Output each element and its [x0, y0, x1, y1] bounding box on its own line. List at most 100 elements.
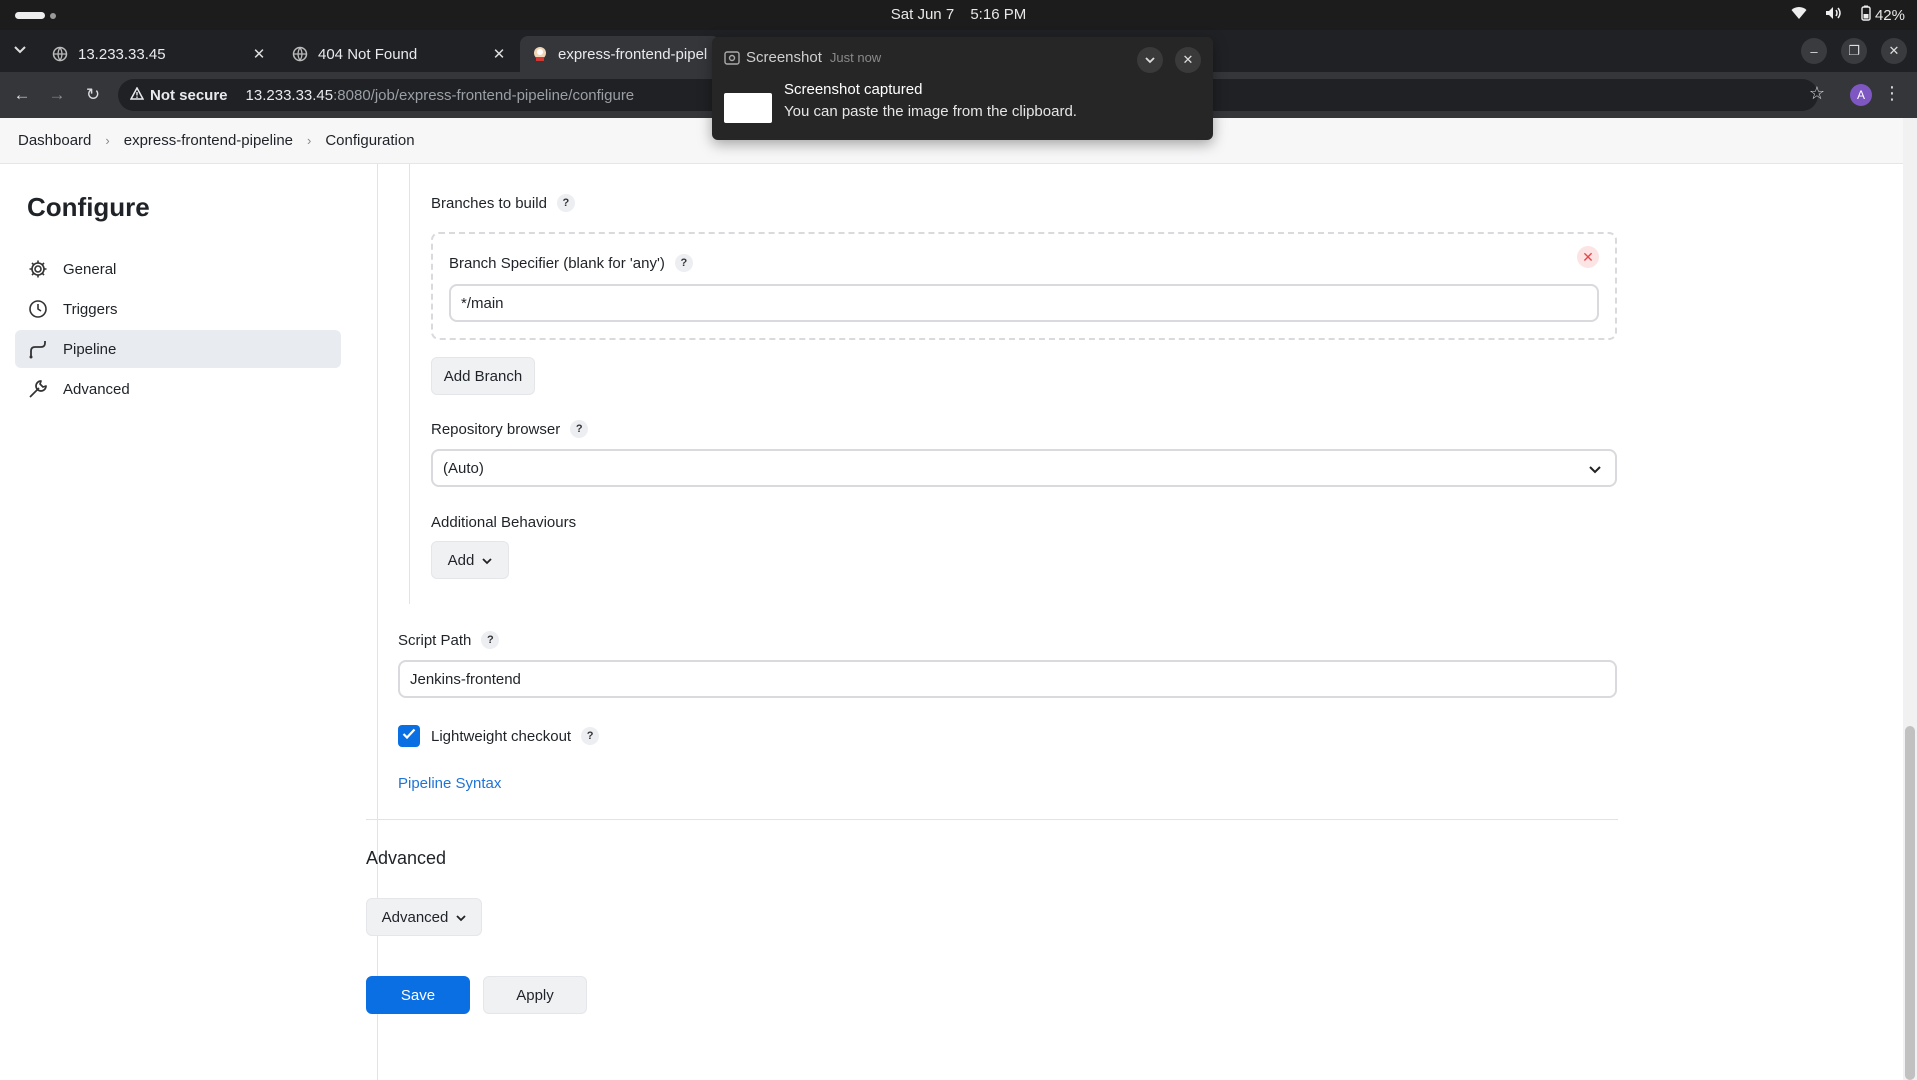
globe-icon [52, 46, 68, 62]
notification-time: Just now [829, 50, 882, 65]
lightweight-label[interactable]: Lightweight checkout [431, 728, 571, 745]
screenshot-notification[interactable]: Screenshot Just now ✕ Screenshot capture… [712, 37, 1213, 140]
help-icon[interactable]: ? [481, 631, 500, 649]
chevron-down-icon [482, 552, 492, 569]
sidebar-item-pipeline[interactable]: Pipeline [15, 330, 341, 368]
tab-3-active[interactable]: express-frontend-pipeline [520, 36, 720, 72]
back-icon[interactable]: ← [10, 83, 34, 107]
globe-icon [292, 46, 308, 62]
profile-avatar[interactable]: A [1850, 84, 1872, 106]
notification-header: Screenshot Just now [746, 49, 881, 66]
branch-specifier-input[interactable]: */main [449, 284, 1599, 322]
script-path-input[interactable]: Jenkins-frontend [398, 660, 1617, 698]
jenkins-icon [532, 46, 548, 62]
chevron-right-icon: › [307, 133, 312, 148]
os-clock[interactable]: Sat Jun 7 5:16 PM [0, 6, 1917, 23]
battery-icon [1861, 5, 1871, 25]
screenshot-thumbnail [724, 93, 772, 123]
os-time: 5:16 PM [970, 6, 1027, 23]
browser-menu-icon[interactable]: ⋮ [1883, 83, 1901, 104]
screenshot-app-icon [724, 51, 740, 65]
section-divider [366, 819, 1618, 820]
advanced-button[interactable]: Advanced [366, 898, 482, 936]
help-icon[interactable]: ? [674, 254, 693, 272]
repo-browser-select[interactable]: (Auto) [431, 449, 1617, 487]
branches-label: Branches to build [431, 194, 547, 212]
breadcrumb-dashboard[interactable]: Dashboard [18, 132, 91, 149]
window-controls: – ❐ ✕ [1801, 38, 1907, 64]
os-status-area[interactable]: 42% [1791, 5, 1905, 25]
os-top-bar: Sat Jun 7 5:16 PM 42% [0, 0, 1917, 30]
page-title: Configure [27, 192, 150, 222]
pipeline-icon [27, 338, 49, 360]
page-scrollbar-thumb[interactable] [1905, 726, 1915, 1080]
lightweight-label-row: Lightweight checkout ? [431, 727, 600, 745]
tab-close-icon[interactable]: ✕ [490, 45, 508, 63]
url-host: 13.233.33.45 [245, 86, 334, 104]
script-path-label: Script Path [398, 631, 472, 649]
sidebar-item-advanced[interactable]: Advanced [15, 370, 341, 408]
breadcrumb-job[interactable]: express-frontend-pipeline [124, 132, 293, 149]
notification-title: Screenshot captured [784, 81, 923, 98]
branch-entry: Branch Specifier (blank for 'any') ? ✕ *… [431, 232, 1617, 340]
script-path-label-row: Script Path ? [398, 631, 500, 649]
tab-title: 404 Not Found [318, 45, 418, 63]
security-chip[interactable]: Not secure [129, 85, 228, 104]
forward-icon[interactable]: → [45, 83, 69, 107]
repo-browser-label-row: Repository browser ? [431, 420, 589, 438]
reload-icon[interactable]: ↻ [81, 83, 105, 107]
expand-notification-icon[interactable] [1137, 47, 1163, 73]
remove-branch-icon[interactable]: ✕ [1577, 246, 1599, 268]
help-icon[interactable]: ? [556, 194, 575, 212]
restore-icon[interactable]: ❐ [1841, 38, 1867, 64]
tab-1[interactable]: 13.233.33.45 ✕ [40, 36, 280, 72]
close-notification-icon[interactable]: ✕ [1175, 47, 1201, 73]
warning-icon [129, 85, 145, 104]
url-path: :8080/job/express-frontend-pipeline/conf… [333, 86, 635, 104]
pipeline-syntax-link[interactable]: Pipeline Syntax [398, 775, 501, 792]
bookmark-star-icon[interactable]: ☆ [1809, 83, 1825, 104]
sidebar-item-general[interactable]: General [15, 250, 341, 288]
battery-percent: 42% [1874, 6, 1905, 24]
tab-2[interactable]: 404 Not Found ✕ [280, 36, 520, 72]
chevron-down-icon [1589, 461, 1601, 478]
sidebar-item-label: General [63, 260, 117, 278]
repo-browser-label: Repository browser [431, 420, 561, 438]
battery-status: 42% [1861, 5, 1905, 25]
gear-icon [27, 258, 49, 280]
sidebar-item-label: Pipeline [63, 340, 117, 358]
add-label: Add [447, 551, 475, 569]
lightweight-checkout-checkbox[interactable] [398, 725, 420, 747]
additional-behaviours-label: Additional Behaviours [431, 514, 577, 531]
clock-icon [27, 298, 49, 320]
chevron-down-icon [14, 41, 26, 59]
help-icon[interactable]: ? [581, 727, 600, 745]
add-behaviour-button[interactable]: Add [431, 541, 509, 579]
scm-section-rail [409, 164, 410, 604]
notification-body: You can paste the image from the clipboa… [784, 103, 1077, 120]
check-icon [402, 727, 416, 745]
sidebar-item-label: Advanced [63, 380, 130, 398]
repo-browser-value: (Auto) [443, 459, 484, 477]
sidebar-item-triggers[interactable]: Triggers [15, 290, 341, 328]
sidebar-nav: General Triggers Pipeline Advanced [15, 250, 341, 410]
chevron-right-icon: › [105, 133, 110, 148]
help-icon[interactable]: ? [570, 420, 589, 438]
tab-search-button[interactable] [8, 38, 32, 62]
tab-close-icon[interactable]: ✕ [250, 45, 268, 63]
chevron-down-icon [456, 909, 466, 926]
branch-specifier-label: Branch Specifier (blank for 'any') [449, 254, 665, 272]
minimize-icon[interactable]: – [1801, 38, 1827, 64]
save-button[interactable]: Save [366, 976, 470, 1014]
tab-title: express-frontend-pipeline [558, 45, 708, 63]
advanced-section-title: Advanced [366, 848, 447, 868]
apply-button[interactable]: Apply [483, 976, 587, 1014]
config-form: Branches to build ? Branch Specifier (bl… [366, 164, 1618, 1080]
close-window-icon[interactable]: ✕ [1881, 38, 1907, 64]
add-branch-button[interactable]: Add Branch [431, 357, 535, 395]
advanced-label: Advanced [381, 908, 449, 926]
wifi-icon [1791, 6, 1807, 24]
volume-icon [1825, 6, 1843, 24]
wrench-icon [27, 378, 49, 400]
not-secure-label: Not secure [150, 86, 228, 104]
